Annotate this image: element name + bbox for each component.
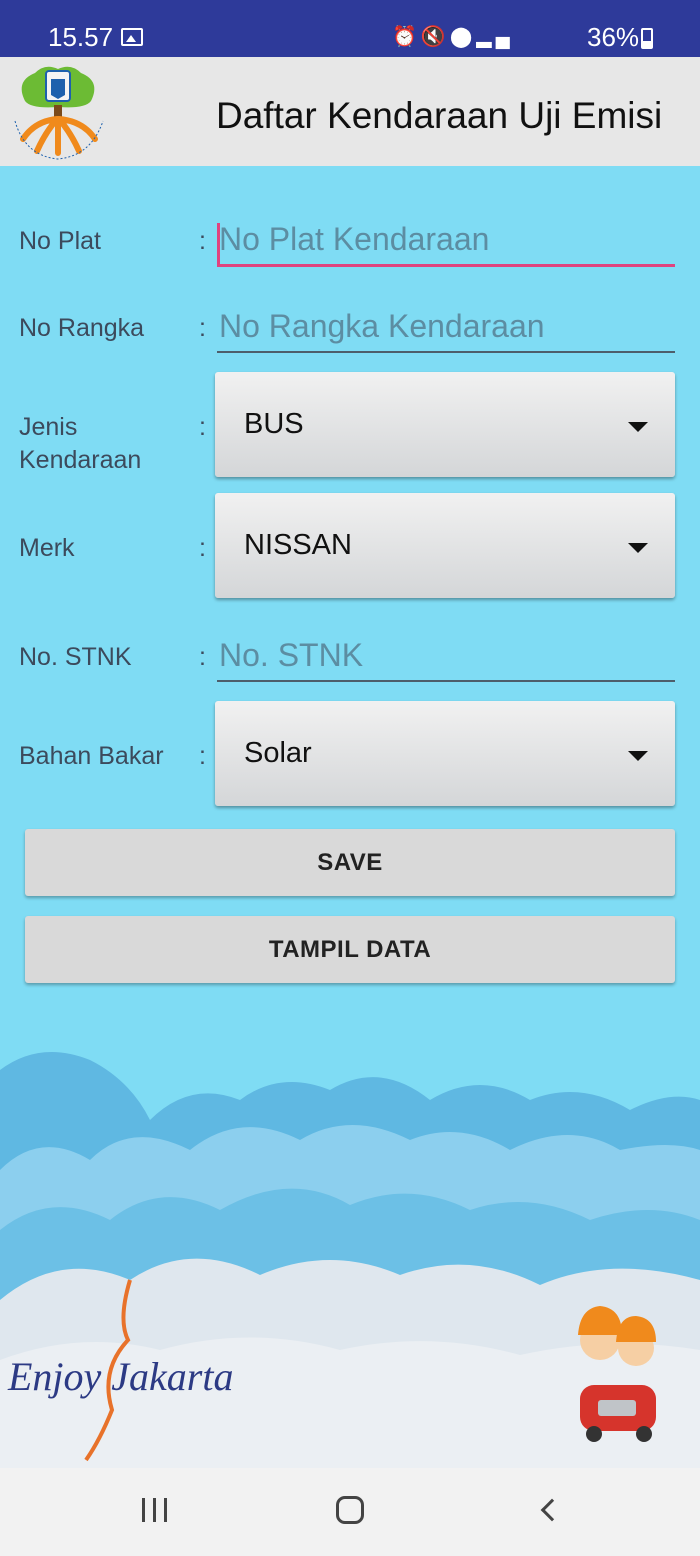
dlh-logo — [14, 66, 104, 160]
dropdown-arrow-icon — [628, 422, 648, 432]
colon: : — [199, 534, 206, 562]
gallery-icon — [121, 28, 143, 46]
no-plat-label: No Plat — [19, 227, 101, 255]
jenis-kendaraan-label-line2: Kendaraan — [19, 446, 142, 474]
signal-icon: ▂▄ — [476, 26, 514, 48]
jenis-kendaraan-dropdown[interactable]: BUS — [215, 372, 675, 477]
bahan-bakar-dropdown[interactable]: Solar — [215, 701, 675, 806]
location-icon: ⬤ — [449, 26, 477, 48]
colon: : — [199, 227, 206, 255]
page-title: Daftar Kendaraan Uji Emisi — [216, 95, 663, 136]
back-icon[interactable] — [540, 1498, 564, 1522]
merk-label: Merk — [19, 534, 75, 562]
text-cursor — [217, 223, 220, 265]
jenis-kendaraan-value: BUS — [244, 408, 304, 440]
colon: : — [199, 413, 206, 441]
no-plat-field[interactable] — [217, 215, 675, 267]
status-time: 15.57 — [48, 22, 114, 52]
bahan-bakar-label: Bahan Bakar — [19, 742, 164, 770]
alarm-icon: ⏰ — [392, 26, 421, 48]
colon: : — [199, 314, 206, 342]
merk-value: NISSAN — [244, 529, 352, 561]
dropdown-arrow-icon — [628, 751, 648, 761]
no-rangka-input[interactable] — [217, 301, 675, 351]
no-plat-input[interactable] — [217, 215, 675, 264]
no-rangka-label: No Rangka — [19, 314, 145, 342]
no-stnk-label: No. STNK — [19, 643, 132, 671]
merk-dropdown[interactable]: NISSAN — [215, 493, 675, 598]
no-stnk-field[interactable] — [217, 630, 675, 682]
battery-icon — [641, 28, 653, 49]
colon: : — [199, 643, 206, 671]
dropdown-arrow-icon — [628, 543, 648, 553]
no-stnk-input[interactable] — [217, 630, 675, 680]
bahan-bakar-value: Solar — [244, 737, 312, 769]
status-bar: 15.57 ⏰🔇⬤▂▄ 36% — [0, 0, 700, 57]
battery-level: 36% — [587, 22, 640, 52]
status-icons: ⏰🔇⬤▂▄ — [392, 24, 514, 49]
home-icon[interactable] — [336, 1496, 364, 1524]
system-navigation-bar — [0, 1468, 700, 1556]
app-bar: Daftar Kendaraan Uji Emisi — [0, 57, 700, 166]
no-rangka-field[interactable] — [217, 301, 675, 353]
mute-icon: 🔇 — [420, 26, 450, 48]
colon: : — [199, 742, 206, 770]
jenis-kendaraan-label-line1: Jenis — [19, 413, 78, 441]
cloud-background-illustration: Enjoy Jakarta — [0, 1052, 700, 1470]
tampil-data-button[interactable]: TAMPIL DATA — [25, 916, 675, 983]
recents-icon[interactable] — [142, 1498, 168, 1522]
enjoy-jakarta-text: Enjoy Jakarta — [7, 1354, 234, 1399]
save-button[interactable]: SAVE — [25, 829, 675, 896]
